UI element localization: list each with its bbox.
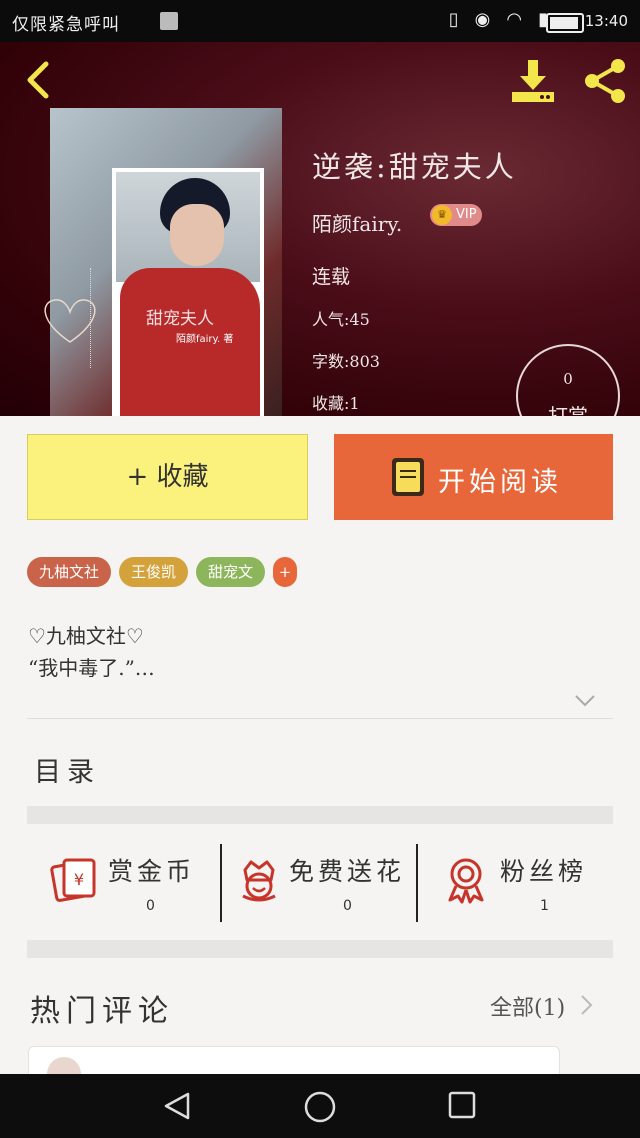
flower-icon [242,860,276,902]
tip-label: 打赏 [548,404,588,416]
book-header: 甜宠夫人 陌颜fairy. 著 逆袭:甜宠夫人 陌颜fairy. ♛ VIP 连… [0,42,640,416]
svg-text:¥: ¥ [74,870,84,889]
book-cover[interactable]: 甜宠夫人 陌颜fairy. 著 [50,108,282,416]
popularity: 人气:45 [312,310,370,329]
crown-icon: ♛ [432,205,452,225]
author-name[interactable]: 陌颜fairy. [312,208,402,237]
chevron-down-icon[interactable] [574,694,596,708]
serial-status: 连载 [312,266,351,288]
tag-chip[interactable]: 九柚文社 [27,557,112,587]
add-tag-button[interactable]: + [273,557,298,587]
eye-icon: ◉ [474,9,491,30]
tag-list: 九柚文社 王俊凯 甜宠文 + [27,557,298,587]
fan-ranking-item[interactable]: 粉丝榜 1 [444,840,604,920]
start-reading-label: 开始阅读 [438,467,562,498]
medal-icon [448,858,484,904]
divider [27,718,613,719]
carrier-text: 仅限紧急呼叫 [12,15,120,35]
stat-label: 粉丝榜 [500,857,588,886]
back-arrow-icon[interactable] [20,60,60,100]
recents-nav-icon[interactable] [447,1090,477,1120]
wifi-icon: ◠ [506,9,523,30]
download-icon[interactable] [508,56,558,106]
stat-value: 0 [146,898,155,914]
description-line: “我中毒了.”… [28,656,155,680]
vibrate-icon: ▯ [448,9,459,30]
vertical-divider [220,844,222,922]
cover-title: 甜宠夫人 [146,309,214,329]
description-line: ♡九柚文社♡ [28,624,144,648]
cover-author: 陌颜fairy. 著 [176,334,234,345]
stat-label: 免费送花 [289,857,406,886]
section-divider [27,940,613,958]
clock: 13:40 [584,12,628,30]
home-nav-icon[interactable] [303,1090,337,1124]
all-comments-link[interactable]: 全部(1) [490,990,565,1022]
vertical-divider [416,844,418,922]
free-flower-item[interactable]: 免费送花 0 [235,840,415,920]
heart-doodle-icon [44,299,96,343]
book-icon [392,458,424,496]
notification-icon [160,12,178,30]
book-title: 逆袭:甜宠夫人 [312,150,517,184]
back-nav-icon[interactable] [162,1090,194,1122]
tag-chip[interactable]: 甜宠文 [196,557,266,587]
battery-icon [546,13,584,33]
vip-badge: ♛ VIP [430,204,482,226]
red-envelope-icon: ¥ [50,858,96,902]
chevron-right-icon[interactable] [580,994,594,1016]
favorite-count: 收藏:1 [312,394,360,413]
system-nav-bar [0,1074,640,1138]
add-favorite-button[interactable]: + 收藏 [27,434,308,520]
tag-chip[interactable]: 王俊凯 [119,557,189,587]
status-bar: 仅限紧急呼叫 ▯ ◉ ◠ ▮ 13:40 [0,0,640,42]
stat-value: 1 [540,898,549,914]
stat-label: 赏金币 [108,857,196,886]
tip-button[interactable]: 0 打赏 [516,344,620,416]
start-reading-button[interactable]: 开始阅读 [334,434,613,520]
share-icon[interactable] [580,56,630,106]
tip-count: 0 [563,370,573,388]
stat-value: 0 [343,898,352,914]
book-description: ♡九柚文社♡ “我中毒了.”… [28,620,155,684]
table-of-contents-link[interactable]: 目录 [34,750,100,789]
section-divider [27,806,613,824]
coin-reward-item[interactable]: ¥ 赏金币 0 [50,840,220,920]
word-count: 字数:803 [312,352,380,371]
hot-comments-heading: 热门评论 [30,994,174,1029]
